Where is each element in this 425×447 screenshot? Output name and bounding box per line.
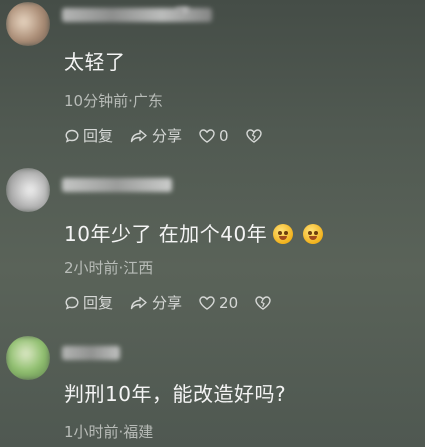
avatar[interactable]	[6, 336, 50, 380]
heart-icon	[199, 128, 215, 143]
share-label: 分享	[152, 127, 183, 145]
like-count: 0	[219, 126, 229, 145]
reply-button[interactable]: 回复	[64, 292, 113, 313]
comment-bubble-icon	[65, 296, 79, 310]
comment-meta: 1小时前·福建	[64, 423, 154, 441]
laughing-emoji-icon	[273, 224, 294, 244]
comment-meta: 10分钟前·广东	[64, 92, 163, 110]
avatar[interactable]	[6, 168, 50, 212]
laughing-emoji-icon	[303, 224, 324, 244]
comment-actions: 回复 分享 20	[64, 292, 291, 313]
reply-label: 回复	[83, 294, 114, 312]
broken-heart-icon	[245, 128, 262, 143]
like-count: 20	[219, 293, 239, 312]
reply-button[interactable]: 回复	[64, 125, 113, 146]
comment-text: 10年少了 在加个40年	[64, 218, 324, 247]
heart-icon	[199, 295, 215, 310]
share-button[interactable]: 分享	[129, 125, 182, 146]
avatar[interactable]	[6, 2, 50, 46]
comment-text-content: 10年少了 在加个40年	[64, 222, 268, 246]
like-button[interactable]: 20	[198, 294, 238, 312]
dislike-button[interactable]	[254, 295, 275, 311]
comment-bubble-icon	[65, 129, 79, 143]
comment-meta: 2小时前·江西	[64, 259, 154, 277]
username-blurred[interactable]	[62, 178, 172, 192]
comment-actions: 回复 分享 0	[64, 125, 282, 146]
share-arrow-icon	[130, 129, 147, 142]
share-button[interactable]: 分享	[129, 292, 182, 313]
username-blurred	[176, 7, 190, 13]
broken-heart-icon	[255, 295, 271, 310]
dislike-button[interactable]	[245, 128, 266, 144]
like-button[interactable]: 0	[198, 127, 229, 145]
share-label: 分享	[152, 294, 183, 312]
username-blurred[interactable]	[62, 346, 120, 360]
comment-text: 太轻了	[64, 50, 126, 74]
share-arrow-icon	[130, 296, 147, 309]
comment-text: 判刑10年，能改造好吗?	[64, 382, 287, 406]
reply-label: 回复	[83, 127, 114, 145]
